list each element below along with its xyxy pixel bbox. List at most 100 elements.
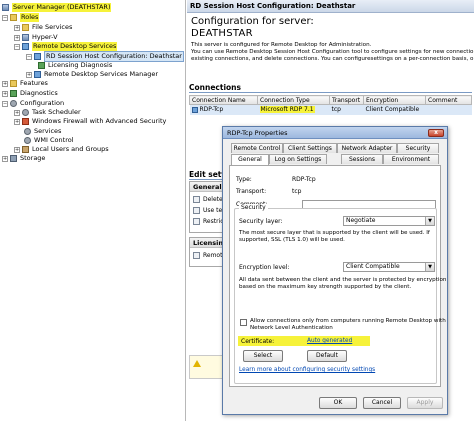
expand-icon[interactable]: + <box>26 71 32 78</box>
certificate-label: Certificate: <box>241 338 275 345</box>
apply-button[interactable]: Apply <box>407 397 443 409</box>
diagnosis-icon <box>38 62 45 69</box>
tree-node-storage[interactable]: + Storage <box>2 154 45 163</box>
description-line: You can use Remote Desktop Session Host … <box>191 49 474 55</box>
tree-node-services[interactable]: Services <box>24 127 61 136</box>
tab-log-on-settings[interactable]: Log on Settings <box>269 154 327 164</box>
tab-remote-control[interactable]: Remote Control <box>231 143 283 153</box>
tree-node-server-manager[interactable]: Server Manager (DEATHSTAR) <box>2 3 112 12</box>
column-header-connection-type[interactable]: Connection Type <box>257 95 330 105</box>
tree-node-label: WMI Control <box>34 136 74 144</box>
expand-icon[interactable]: + <box>14 34 20 41</box>
collapse-icon[interactable]: − <box>2 14 8 21</box>
tree-node-label: Licensing Diagnosis <box>48 61 113 69</box>
cancel-button[interactable]: Cancel <box>363 397 401 409</box>
learn-more-link[interactable]: Learn more about configuring security se… <box>239 367 375 373</box>
server-name: DEATHSTAR <box>191 28 253 39</box>
tree-node-configuration[interactable]: − Configuration <box>2 99 64 108</box>
ok-button[interactable]: OK <box>319 397 357 409</box>
tab-sessions[interactable]: Sessions <box>341 154 383 164</box>
connection-icon <box>191 106 198 113</box>
remote-desktop-icon <box>22 43 29 50</box>
security-layer-label: Security layer: <box>239 218 283 225</box>
chevron-down-icon[interactable]: ▼ <box>425 263 434 271</box>
column-header-comment[interactable]: Comment <box>425 95 472 105</box>
warning-icon <box>193 360 201 367</box>
tree-node-features[interactable]: + Features <box>2 79 48 88</box>
tree-node-licensing-diagnosis[interactable]: Licensing Diagnosis <box>38 61 112 70</box>
default-button[interactable]: Default <box>307 350 347 362</box>
clock-icon <box>22 109 29 116</box>
tree-node-hyper-v[interactable]: + Hyper-V <box>14 33 58 42</box>
nla-label: Allow connections only from computers ru… <box>250 318 446 331</box>
encryption-level-label: Encryption level: <box>239 264 290 271</box>
certificate-value-link[interactable]: Auto generated <box>307 338 352 344</box>
users-icon <box>22 146 29 153</box>
nla-checkbox[interactable] <box>240 319 247 326</box>
expand-icon[interactable]: + <box>2 90 8 97</box>
tab-client-settings[interactable]: Client Settings <box>283 143 337 153</box>
expand-icon[interactable]: + <box>14 109 20 116</box>
tree-node-label: Server Manager (DEATHSTAR) <box>12 3 112 12</box>
collapse-icon[interactable]: − <box>2 100 8 107</box>
tab-general[interactable]: General <box>231 154 269 165</box>
description: This server is configured for Remote Des… <box>191 42 474 63</box>
tree-node-remote-desktop-services[interactable]: − Remote Desktop Services <box>14 42 118 51</box>
select-button[interactable]: Select <box>243 350 283 362</box>
divider <box>189 92 472 93</box>
page-title: Configuration for server: <box>191 16 314 27</box>
tree-node-file-services[interactable]: + File Services <box>14 23 72 32</box>
tab-environment[interactable]: Environment <box>383 154 439 164</box>
column-header-transport[interactable]: Transport <box>329 95 364 105</box>
expand-icon[interactable]: + <box>2 155 8 162</box>
column-header-connection-name[interactable]: Connection Name <box>189 95 258 105</box>
tree-node-rd-session-host-config[interactable]: − RD Session Host Configuration: Deathst… <box>26 51 184 62</box>
tree-node-rds-manager[interactable]: + Remote Desktop Services Manager <box>26 70 158 79</box>
security-layer-select[interactable]: Negotiate ▼ <box>343 216 435 226</box>
security-layer-help: The most secure layer that is supported … <box>239 230 430 243</box>
table-row[interactable]: RDP-Tcp Microsoft RDP 7.1 tcp Client Com… <box>189 104 472 115</box>
storage-icon <box>10 155 17 162</box>
tree-node-label: Features <box>20 79 48 87</box>
dialog-titlebar[interactable]: RDP-Tcp Properties x <box>223 127 447 139</box>
wmi-icon <box>24 137 31 144</box>
connections-heading: Connections <box>189 83 241 92</box>
connections-table: Connection Name Connection Type Transpor… <box>189 95 472 115</box>
expand-icon[interactable]: + <box>14 118 20 125</box>
tab-network-adapter[interactable]: Network Adapter <box>337 143 397 153</box>
collapse-icon[interactable]: − <box>26 53 32 60</box>
setting-icon <box>193 207 200 214</box>
transport-label: Transport: <box>236 188 267 195</box>
tree-node-roles[interactable]: − Roles <box>2 13 40 22</box>
encryption-level-select[interactable]: Client Compatible ▼ <box>343 262 435 272</box>
setting-icon <box>193 252 200 259</box>
tree-node-label: Hyper-V <box>32 33 58 41</box>
general-tab-panel: Type: RDP-Tcp Transport: tcp Comment: Se… <box>229 165 446 387</box>
expand-icon[interactable]: + <box>2 80 8 87</box>
server-icon <box>2 4 9 11</box>
tree-node-label: File Services <box>32 23 73 31</box>
close-button[interactable]: x <box>428 129 444 137</box>
tree-node-diagnostics[interactable]: + Diagnostics <box>2 89 58 98</box>
group-label: Security <box>239 204 268 211</box>
collapse-icon[interactable]: − <box>14 43 20 50</box>
pane-header: RD Session Host Configuration: Deathstar <box>187 0 474 13</box>
tree-node-label: Diagnostics <box>20 89 58 97</box>
expand-icon[interactable]: + <box>14 24 20 31</box>
setting-icon <box>193 218 200 225</box>
tree-node-local-users[interactable]: + Local Users and Groups <box>14 145 109 154</box>
expand-icon[interactable]: + <box>14 146 20 153</box>
type-value: RDP-Tcp <box>292 176 316 183</box>
column-header-encryption[interactable]: Encryption <box>363 95 426 105</box>
tree-node-wmi-control[interactable]: WMI Control <box>24 136 74 145</box>
cell-transport: tcp <box>329 104 364 115</box>
tab-security[interactable]: Security <box>397 143 439 153</box>
chevron-down-icon[interactable]: ▼ <box>425 217 434 225</box>
encryption-help: All data sent between the client and the… <box>239 277 447 290</box>
description-line: This server is configured for Remote Des… <box>191 42 372 48</box>
setting-restrict[interactable]: Restrict <box>193 218 226 225</box>
folder-icon <box>22 24 29 31</box>
setting-delete[interactable]: Delete <box>193 196 223 203</box>
tree-node-task-scheduler[interactable]: + Task Scheduler <box>14 108 81 117</box>
tree-node-windows-firewall[interactable]: + Windows Firewall with Advanced Securit… <box>14 117 166 126</box>
